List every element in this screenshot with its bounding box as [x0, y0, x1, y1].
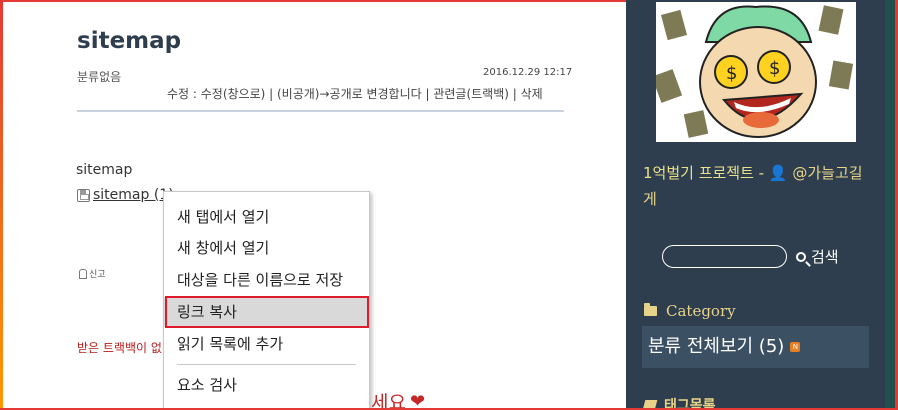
category-heading-label: Category	[666, 302, 736, 320]
folder-icon	[644, 303, 657, 316]
ctx-inspect-element[interactable]: 요소 검사	[164, 370, 369, 400]
post-title[interactable]: sitemap	[77, 28, 181, 54]
search-button[interactable]: 검색	[796, 246, 839, 267]
svg-text:$: $	[726, 63, 737, 84]
ctx-copy-link[interactable]: 링크 복사	[164, 297, 369, 327]
blog-title: 1억벌기 프로젝트 -	[643, 164, 765, 182]
ctx-add-to-reading-list[interactable]: 읽기 목록에 추가	[164, 329, 369, 359]
new-badge-icon: N	[790, 342, 801, 352]
category-all-link[interactable]: 분류 전체보기 (5) N	[642, 326, 869, 368]
report-label[interactable]: 신고	[89, 267, 106, 280]
sidebar-accent-stripe	[885, 0, 895, 410]
sidebar: $ $ 1억벌기 프로젝트 - 👤 @가늘고길게 검색 Category 분류 …	[626, 0, 885, 410]
siren-icon	[79, 268, 87, 279]
search-input[interactable]	[662, 245, 787, 268]
post-body-text: sitemap	[76, 162, 133, 178]
blog-description: 1억벌기 프로젝트 - 👤 @가늘고길게	[643, 160, 873, 212]
like-message: 세요 ❤	[371, 388, 425, 410]
post-actions[interactable]: 수정 : 수정(창으로) | (비공개)→공개로 변경합니다 | 관련글(트랙백…	[167, 85, 543, 102]
like-message-text: 세요	[371, 392, 406, 410]
ctx-save-target-as[interactable]: 대상을 다른 이름으로 저장	[164, 265, 369, 295]
context-menu: 새 탭에서 열기 새 창에서 열기 대상을 다른 이름으로 저장 링크 복사 읽…	[163, 191, 370, 410]
report-link[interactable]: 신고	[79, 267, 106, 280]
floppy-disk-icon	[77, 188, 90, 202]
person-icon: 👤	[768, 164, 788, 182]
ctx-separator	[177, 364, 356, 365]
ctx-open-new-window[interactable]: 새 창에서 열기	[164, 233, 369, 263]
attachment-label[interactable]: sitemap (1)	[93, 187, 174, 203]
post-date: 2016.12.29 12:17	[483, 67, 573, 78]
attachment-link[interactable]: sitemap (1)	[77, 187, 174, 203]
post-category[interactable]: 분류없음	[77, 68, 121, 85]
profile-avatar: $ $	[656, 2, 856, 142]
svg-text:$: $	[769, 58, 780, 79]
search-icon	[796, 251, 806, 262]
trackback-notice: 받은 트랙백이 없	[77, 341, 162, 355]
ctx-open-new-tab[interactable]: 새 탭에서 열기	[164, 202, 369, 232]
category-all-label[interactable]: 분류 전체보기 (5)	[648, 326, 784, 368]
search-button-label: 검색	[811, 248, 839, 266]
category-heading: Category	[644, 302, 736, 320]
post-divider	[77, 110, 564, 112]
money-cartoon-face-image: $ $	[656, 5, 854, 138]
